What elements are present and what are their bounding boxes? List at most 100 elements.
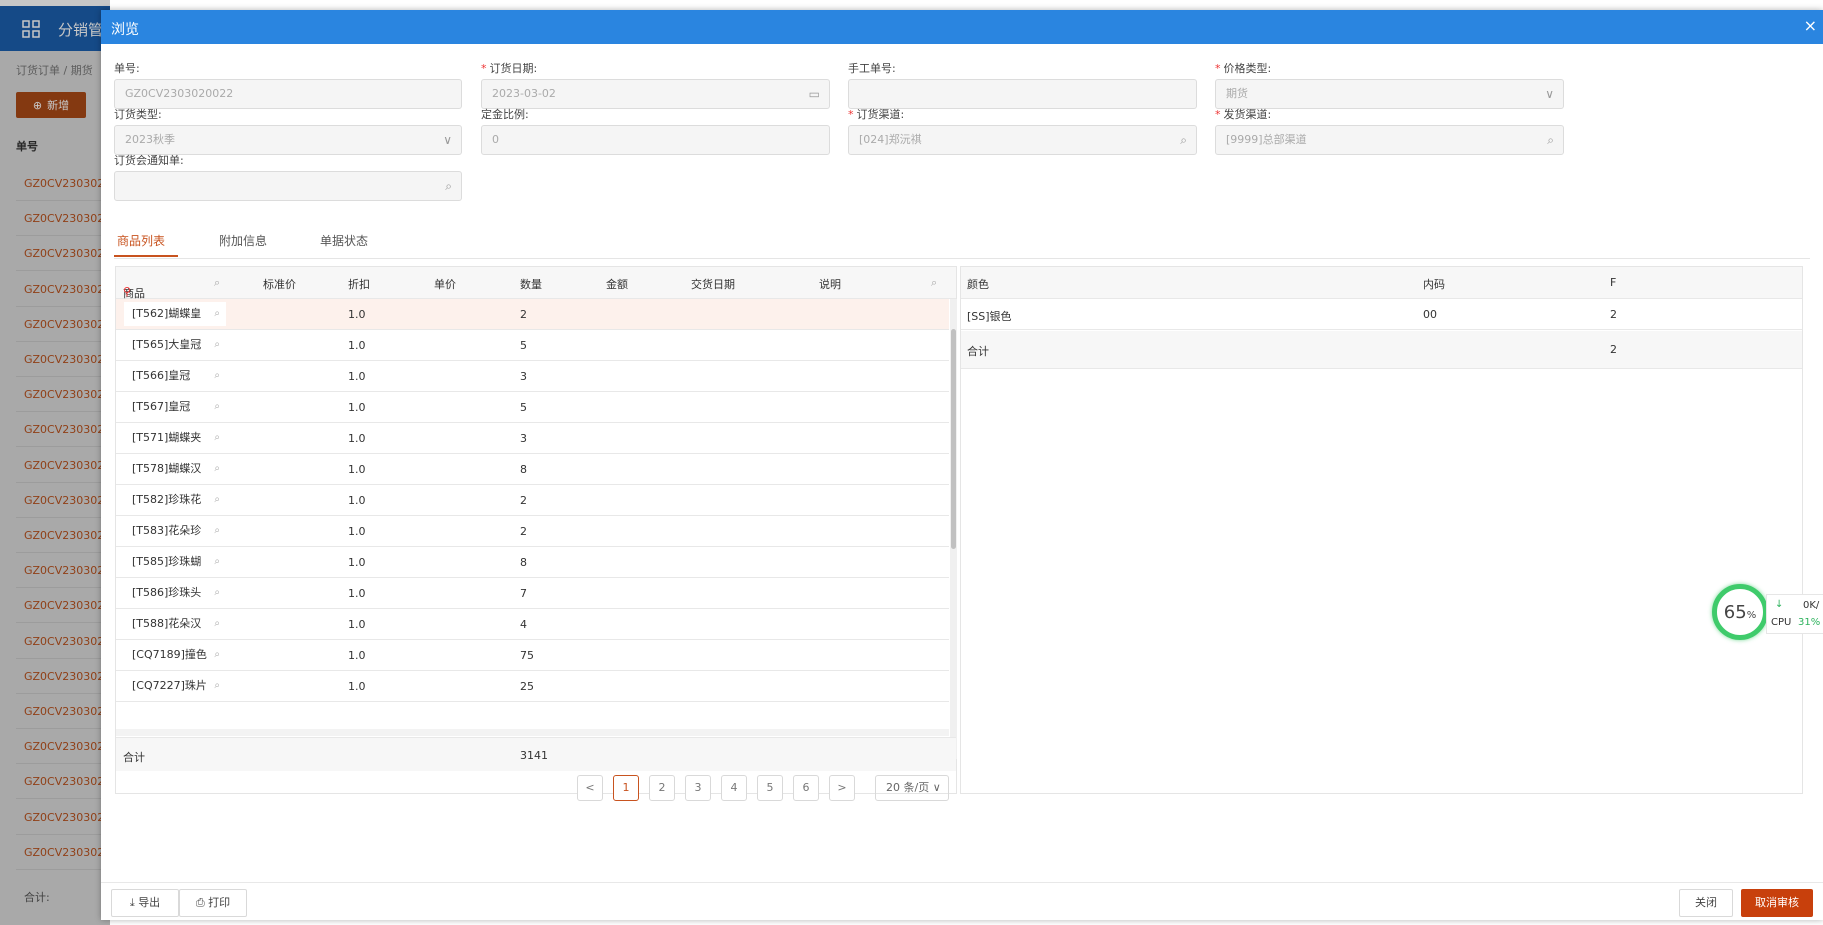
export-button[interactable]: ⤓ 导出 (111, 889, 179, 917)
product-name: [T565]大皇冠 (132, 338, 202, 351)
search-icon[interactable]: ⌕ (1180, 126, 1187, 154)
deposit-ratio-field[interactable]: 0 (481, 125, 830, 155)
size-total-row: 合计 2 (961, 331, 1802, 369)
order-date-field[interactable]: 2023-03-02 ▭ (481, 79, 830, 109)
search-icon[interactable]: ⌕ (214, 674, 220, 698)
table-row[interactable]: [T582]珍珠花 ⌕ 1.0 2 (116, 485, 949, 516)
page-size-select[interactable]: 20 条/页 ∨ (875, 775, 949, 801)
size-row[interactable]: [SS]银色 00 2 (961, 299, 1802, 330)
product-cell[interactable]: [CQ7227]珠片 ⌕ (124, 674, 226, 698)
table-row[interactable]: [CQ7227]珠片 ⌕ 1.0 25 (116, 671, 949, 702)
product-name: [T562]蝴蝶皇 (132, 307, 202, 320)
page-button[interactable]: 4 (721, 775, 747, 801)
col-color[interactable]: 颜色 (967, 276, 989, 292)
page-button[interactable]: 1 (613, 775, 639, 801)
page-button[interactable]: 6 (793, 775, 819, 801)
col-delivery-date[interactable]: 交货日期 (691, 276, 735, 292)
table-row[interactable]: [CQ7189]撞色 ⌕ 1.0 75 (116, 640, 949, 671)
calendar-icon[interactable]: ▭ (809, 80, 820, 108)
col-size-f[interactable]: F (1610, 276, 1616, 289)
meeting-notice-field[interactable]: ⌕ (114, 171, 462, 201)
net-speed: 0K/ (1803, 600, 1820, 611)
product-name: [CQ7227]珠片 (132, 679, 207, 692)
order-channel-field[interactable]: [024]郑沅祺 ⌕ (848, 125, 1197, 155)
search-icon[interactable]: ⌕ (931, 276, 937, 290)
order-no-field[interactable]: GZ0CV2303020022 (114, 79, 462, 109)
table-row[interactable]: [T565]大皇冠 ⌕ 1.0 5 (116, 330, 949, 361)
search-icon[interactable]: ⌕ (214, 550, 220, 574)
col-note[interactable]: 说明 (819, 276, 841, 292)
search-icon[interactable]: ⌕ (214, 426, 220, 450)
cpu-usage-gauge[interactable]: 65% (1712, 584, 1768, 640)
search-icon[interactable]: ⌕ (214, 488, 220, 512)
table-row[interactable]: [T588]花朵汉 ⌕ 1.0 4 (116, 609, 949, 640)
product-cell[interactable]: [T571]蝴蝶夹 ⌕ (124, 426, 226, 450)
search-icon[interactable]: ⌕ (214, 457, 220, 481)
product-cell[interactable]: [T582]珍珠花 ⌕ (124, 488, 226, 512)
scrollbar-thumb[interactable] (951, 329, 956, 549)
page-button[interactable]: 5 (757, 775, 783, 801)
manual-no-field[interactable] (848, 79, 1197, 109)
manual-no-label: 手工单号: (848, 62, 896, 75)
order-type-select[interactable]: 2023秋季 ∨ (114, 125, 462, 155)
table-row[interactable]: [T567]皇冠 ⌕ 1.0 5 (116, 392, 949, 423)
cancel-audit-button[interactable]: 取消审核 (1741, 889, 1813, 917)
qty-cell: 75 (520, 649, 534, 662)
order-type-label: 订货类型: (114, 108, 162, 121)
product-cell[interactable]: [T562]蝴蝶皇 ⌕ (124, 302, 226, 326)
search-icon[interactable]: ⌕ (1547, 126, 1554, 154)
page-button[interactable]: 2 (649, 775, 675, 801)
product-cell[interactable]: [T588]花朵汉 ⌕ (124, 612, 226, 636)
ship-channel-field[interactable]: [9999]总部渠道 ⌕ (1215, 125, 1564, 155)
search-icon[interactable]: ⌕ (214, 519, 220, 543)
page-button[interactable]: 3 (685, 775, 711, 801)
search-icon[interactable]: ⌕ (214, 302, 220, 326)
table-row[interactable]: [T566]皇冠 ⌕ 1.0 3 (116, 361, 949, 392)
modal-header: 浏览 × (101, 10, 1823, 44)
print-button[interactable]: ⎙ 打印 (179, 889, 247, 917)
tab-product-list[interactable]: 商品列表 (117, 232, 165, 249)
table-row[interactable]: [T585]珍珠蝴 ⌕ 1.0 8 (116, 547, 949, 578)
close-button[interactable]: 关闭 (1679, 889, 1733, 917)
tab-extra-info[interactable]: 附加信息 (219, 232, 267, 249)
col-discount[interactable]: 折扣 (348, 276, 370, 292)
search-icon[interactable]: ⌕ (445, 172, 452, 200)
prev-page-button[interactable]: < (577, 775, 603, 801)
table-row[interactable]: [T583]花朵珍 ⌕ 1.0 2 (116, 516, 949, 547)
price-type-select[interactable]: 期货 ∨ (1215, 79, 1564, 109)
search-icon[interactable]: ⌕ (214, 643, 220, 667)
product-cell[interactable]: [T566]皇冠 ⌕ (124, 364, 226, 388)
search-icon[interactable]: ⌕ (214, 276, 220, 290)
col-qty[interactable]: 数量 (520, 276, 542, 292)
product-cell[interactable]: [T585]珍珠蝴 ⌕ (124, 550, 226, 574)
close-icon[interactable]: × (1804, 16, 1817, 35)
product-cell[interactable]: [T583]花朵珍 ⌕ (124, 519, 226, 543)
table-row[interactable]: [T571]蝴蝶夹 ⌕ 1.0 3 (116, 423, 949, 454)
col-unit-price[interactable]: 单价 (434, 276, 456, 292)
product-cell[interactable]: [T565]大皇冠 ⌕ (124, 333, 226, 357)
product-name: [CQ7189]撞色 (132, 648, 207, 661)
modal-footer: ⤓ 导出 ⎙ 打印 关闭 取消审核 (101, 882, 1823, 920)
search-icon[interactable]: ⌕ (214, 395, 220, 419)
table-row[interactable]: [T586]珍珠头 ⌕ 1.0 7 (116, 578, 949, 609)
horizontal-scrollbar[interactable] (116, 729, 949, 736)
tab-document-status[interactable]: 单据状态 (320, 232, 368, 249)
product-cell[interactable]: [CQ7189]撞色 ⌕ (124, 643, 226, 667)
table-row[interactable]: [T562]蝴蝶皇 ⌕ 1.0 2 (116, 299, 949, 330)
product-cell[interactable]: [T567]皇冠 ⌕ (124, 395, 226, 419)
search-icon[interactable]: ⌕ (214, 612, 220, 636)
product-cell[interactable]: [T586]珍珠头 ⌕ (124, 581, 226, 605)
table-row[interactable]: [T578]蝴蝶汉 ⌕ 1.0 8 (116, 454, 949, 485)
vertical-scrollbar[interactable] (950, 299, 957, 759)
col-inner-code[interactable]: 内码 (1423, 276, 1445, 292)
search-icon[interactable]: ⌕ (214, 333, 220, 357)
tab-divider (114, 258, 1810, 259)
col-amount[interactable]: 金额 (606, 276, 628, 292)
search-icon[interactable]: ⌕ (214, 364, 220, 388)
product-name: [T567]皇冠 (132, 400, 191, 413)
cpu-gauge-value: 65% (1723, 602, 1757, 623)
next-page-button[interactable]: > (829, 775, 855, 801)
product-cell[interactable]: [T578]蝴蝶汉 ⌕ (124, 457, 226, 481)
search-icon[interactable]: ⌕ (214, 581, 220, 605)
col-std-price[interactable]: 标准价 (263, 276, 296, 292)
